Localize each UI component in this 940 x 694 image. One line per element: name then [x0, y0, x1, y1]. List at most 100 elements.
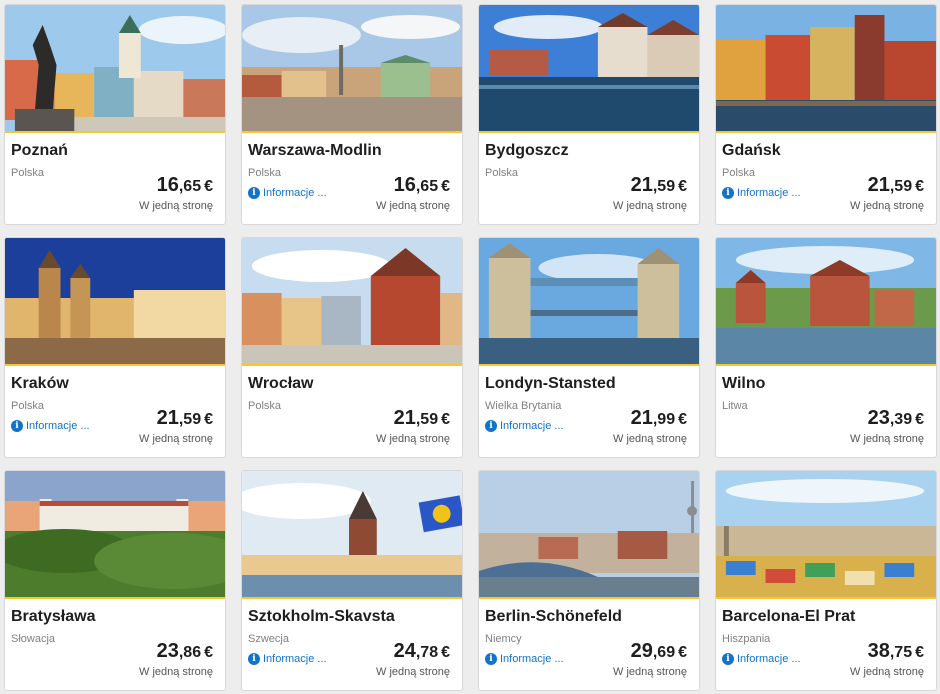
price-integer: 21 — [393, 407, 416, 429]
destination-card-berlin-schonefeld[interactable]: Berlin-Schönefeld Niemcy i Informacje ...… — [478, 470, 700, 691]
city-name: Barcelona-El Prat — [722, 608, 856, 625]
country-name: Litwa — [722, 400, 748, 412]
price-decimal: ,59 — [415, 411, 439, 428]
country-name: Polska — [248, 400, 282, 412]
one-way-label: W jedną stronę — [376, 666, 450, 678]
info-icon: i — [248, 653, 260, 665]
price-decimal: ,39 — [889, 411, 913, 428]
destination-photo — [5, 5, 225, 133]
currency: € — [915, 411, 924, 428]
info-icon: i — [722, 187, 734, 199]
price: 24,78 € — [394, 640, 450, 663]
info-label: Informacje ... — [500, 420, 564, 432]
info-link[interactable]: i Informacje ... — [722, 653, 801, 665]
price: 21,59 € — [868, 174, 924, 197]
price: 16,65 € — [394, 174, 450, 197]
one-way-label: W jedną stronę — [613, 666, 687, 678]
city-name: Kraków — [11, 375, 69, 392]
price-integer: 16 — [156, 174, 179, 196]
country-name: Polska — [722, 167, 756, 179]
info-link[interactable]: i Informacje ... — [248, 187, 327, 199]
currency: € — [441, 644, 450, 661]
currency: € — [441, 178, 450, 195]
destination-card-londyn-stansted[interactable]: Londyn-Stansted Wielka Brytania i Informa… — [478, 237, 700, 458]
destination-card-bratyslawa[interactable]: Bratysława Słowacja 23,86 € W jedną stron… — [4, 470, 226, 691]
price-integer: 16 — [393, 174, 416, 196]
price: 21,59 € — [394, 407, 450, 430]
info-icon: i — [485, 420, 497, 432]
destination-photo — [716, 471, 936, 599]
destination-card-wroclaw[interactable]: Wrocław Polska 21,59 € W jedną stronę — [241, 237, 463, 458]
price-integer: 21 — [867, 174, 890, 196]
destination-photo — [479, 5, 699, 133]
price: 21,59 € — [157, 407, 213, 430]
price: 29,69 € — [631, 640, 687, 663]
country-name: Hiszpania — [722, 633, 771, 645]
destination-card-gdansk[interactable]: Gdańsk Polska i Informacje ... 21,59 € W j… — [715, 4, 937, 225]
one-way-label: W jedną stronę — [376, 200, 450, 212]
destination-card-wilno[interactable]: Wilno Litwa 23,39 € W jedną stronę — [715, 237, 937, 458]
price-decimal: ,65 — [415, 178, 439, 195]
destination-card-bydgoszcz[interactable]: Bydgoszcz Polska 21,59 € W jedną stronę — [478, 4, 700, 225]
country-name: Polska — [11, 400, 45, 412]
price-integer: 38 — [867, 640, 890, 662]
price-decimal: ,59 — [652, 178, 676, 195]
info-label: Informacje ... — [737, 187, 801, 199]
info-link[interactable]: i Informacje ... — [11, 420, 90, 432]
info-label: Informacje ... — [263, 653, 327, 665]
city-name: Sztokholm-Skavsta — [248, 608, 395, 625]
price-integer: 21 — [630, 407, 653, 429]
destination-card-warszawa-modlin[interactable]: Warszawa-Modlin Polska i Informacje ... 1… — [241, 4, 463, 225]
one-way-label: W jedną stronę — [376, 433, 450, 445]
currency: € — [204, 178, 213, 195]
info-icon: i — [485, 653, 497, 665]
price: 21,59 € — [631, 174, 687, 197]
price: 23,86 € — [157, 640, 213, 663]
info-label: Informacje ... — [263, 187, 327, 199]
price-decimal: ,99 — [652, 411, 676, 428]
info-label: Informacje ... — [737, 653, 801, 665]
destination-photo — [242, 238, 462, 366]
currency: € — [915, 178, 924, 195]
city-name: Gdańsk — [722, 142, 781, 159]
info-icon: i — [11, 420, 23, 432]
price: 23,39 € — [868, 407, 924, 430]
destinations-grid: Poznań Polska 16,65 € W jedną stronę Wars… — [4, 4, 937, 691]
destination-card-poznan[interactable]: Poznań Polska 16,65 € W jedną stronę — [4, 4, 226, 225]
info-link[interactable]: i Informacje ... — [248, 653, 327, 665]
destination-photo — [479, 471, 699, 599]
price-decimal: ,78 — [415, 644, 439, 661]
country-name: Szwecja — [248, 633, 289, 645]
destination-photo — [242, 5, 462, 133]
info-label: Informacje ... — [500, 653, 564, 665]
destination-photo — [5, 238, 225, 366]
country-name: Niemcy — [485, 633, 522, 645]
price-integer: 23 — [156, 640, 179, 662]
city-name: Warszawa-Modlin — [248, 142, 382, 159]
price-integer: 29 — [630, 640, 653, 662]
destination-card-barcelona-el-prat[interactable]: Barcelona-El Prat Hiszpania i Informacje … — [715, 470, 937, 691]
price-decimal: ,59 — [178, 411, 202, 428]
country-name: Wielka Brytania — [485, 400, 562, 412]
city-name: Wrocław — [248, 375, 314, 392]
currency: € — [204, 411, 213, 428]
country-name: Słowacja — [11, 633, 56, 645]
city-name: Poznań — [11, 142, 68, 159]
info-link[interactable]: i Informacje ... — [722, 187, 801, 199]
destination-photo — [716, 5, 936, 133]
destination-card-sztokholm-skavsta[interactable]: Sztokholm-Skavsta Szwecja i Informacje ..… — [241, 470, 463, 691]
price-decimal: ,65 — [178, 178, 202, 195]
city-name: Bratysława — [11, 608, 96, 625]
one-way-label: W jedną stronę — [139, 666, 213, 678]
info-link[interactable]: i Informacje ... — [485, 420, 564, 432]
destination-photo — [242, 471, 462, 599]
currency: € — [204, 644, 213, 661]
price-integer: 24 — [393, 640, 416, 662]
country-name: Polska — [248, 167, 282, 179]
currency: € — [678, 411, 687, 428]
destination-card-krakow[interactable]: Kraków Polska i Informacje ... 21,59 € W j… — [4, 237, 226, 458]
one-way-label: W jedną stronę — [850, 433, 924, 445]
one-way-label: W jedną stronę — [139, 200, 213, 212]
info-link[interactable]: i Informacje ... — [485, 653, 564, 665]
country-name: Polska — [11, 167, 45, 179]
